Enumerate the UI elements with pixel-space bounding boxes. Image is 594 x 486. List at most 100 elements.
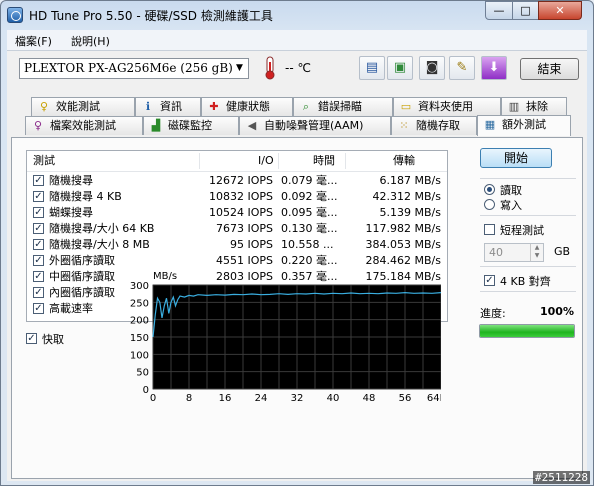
row-rate: 384.053 MB/s bbox=[365, 238, 441, 251]
row-checkbox[interactable]: ✓ bbox=[33, 287, 44, 298]
menu-bar: 檔案(F) 說明(H) bbox=[7, 30, 587, 50]
row-checkbox[interactable]: ✓ bbox=[33, 255, 44, 266]
cache-checkbox[interactable]: ✓ bbox=[26, 333, 37, 344]
tab-info[interactable]: ℹ 資訊 bbox=[135, 97, 201, 116]
short-test-checkbox[interactable] bbox=[484, 224, 495, 235]
row-io: 95 IOPS bbox=[229, 238, 273, 251]
x-tick-label: 56 bbox=[399, 393, 412, 404]
row-checkbox[interactable]: ✓ bbox=[33, 207, 44, 218]
list-header: 測試 I/O 時間 傳輸 bbox=[27, 151, 447, 172]
row-time: 0.079 毫... bbox=[281, 174, 338, 187]
table-row[interactable]: ✓ 隨機搜尋 12672 IOPS 0.079 毫... 6.187 MB/s bbox=[27, 173, 447, 189]
spin-arrows-icon[interactable]: ▲ ▼ bbox=[530, 244, 543, 261]
table-row[interactable]: ✓ 隨機搜尋/大小 64 KB 7673 IOPS 0.130 毫... 117.982… bbox=[27, 221, 447, 237]
device-select-value: PLEXTOR PX-AG256M6e (256 gB) bbox=[24, 61, 233, 75]
tab-error-scan[interactable]: ⌕ 錯誤掃瞄 bbox=[293, 97, 393, 116]
tab-label: 資訊 bbox=[160, 100, 182, 113]
tab-label: 自動噪聲管理(AAM) bbox=[264, 119, 364, 132]
save-icon: ⬇ bbox=[488, 60, 500, 75]
row-test-name: 隨機搜尋 4 KB bbox=[49, 190, 122, 203]
row-test-name: 中圈循序讀取 bbox=[49, 270, 115, 283]
read-radio[interactable] bbox=[484, 184, 495, 195]
test-size-input[interactable]: 40 ▲ ▼ bbox=[484, 243, 544, 262]
start-button[interactable]: 開始 bbox=[480, 148, 552, 168]
menu-file[interactable]: 檔案(F) bbox=[15, 33, 52, 49]
row-checkbox[interactable]: ✓ bbox=[33, 271, 44, 282]
align-checkbox[interactable]: ✓ bbox=[484, 275, 495, 286]
exit-button[interactable]: 結束 bbox=[520, 58, 579, 80]
y-tick-label: 150 bbox=[130, 333, 149, 344]
row-rate: 5.139 MB/s bbox=[379, 206, 441, 219]
minimize-button[interactable]: — bbox=[485, 1, 513, 20]
row-checkbox[interactable]: ✓ bbox=[33, 175, 44, 186]
tab-label: 隨機存取 bbox=[416, 119, 460, 132]
row-checkbox[interactable]: ✓ bbox=[33, 239, 44, 250]
y-tick-label: 50 bbox=[136, 368, 149, 379]
x-tick-label: 40 bbox=[327, 393, 340, 404]
row-checkbox[interactable]: ✓ bbox=[33, 223, 44, 234]
header-divider bbox=[345, 153, 346, 169]
progress-label: 進度: bbox=[480, 307, 506, 320]
tab-file-benchmark[interactable]: ♀ 檔案效能測試 bbox=[25, 116, 143, 135]
maximize-button[interactable]: □ bbox=[512, 1, 539, 20]
size-unit: GB bbox=[554, 245, 571, 258]
x-tick-label: 16 bbox=[219, 393, 232, 404]
write-radio[interactable] bbox=[484, 199, 495, 210]
row-rate: 117.982 MB/s bbox=[365, 222, 441, 235]
header-test[interactable]: 測試 bbox=[33, 151, 55, 171]
health-icon: ✚ bbox=[209, 100, 219, 113]
row-time: 0.092 毫... bbox=[281, 190, 338, 203]
row-checkbox[interactable]: ✓ bbox=[33, 191, 44, 202]
info-icon: ℹ bbox=[145, 100, 151, 113]
table-row[interactable]: ✓ 隨機搜尋/大小 8 MB 95 IOPS 10.558 ... 384.053 MB… bbox=[27, 237, 447, 253]
transfer-rate-graph: MB/s 300 250 200 150 100 50 00 8 16 24 32 40 48 56 64MB bbox=[130, 271, 441, 404]
x-tick-label: 48 bbox=[363, 393, 376, 404]
menu-help[interactable]: 說明(H) bbox=[71, 33, 110, 49]
x-tick-label: 0 bbox=[150, 393, 156, 404]
header-io[interactable]: I/O bbox=[258, 151, 274, 171]
close-button[interactable]: ✕ bbox=[538, 1, 582, 20]
divider bbox=[480, 178, 576, 179]
camera-icon: ◙ bbox=[425, 60, 439, 75]
tab-disk-monitor[interactable]: ▟ 磁碟監控 bbox=[143, 116, 239, 135]
copy-screenshot-button[interactable]: ▣ bbox=[387, 56, 413, 80]
tab-extra-tests[interactable]: ▦ 額外測試 bbox=[477, 115, 571, 136]
divider bbox=[480, 215, 576, 216]
row-rate: 6.187 MB/s bbox=[379, 174, 441, 187]
screenshot-button[interactable]: ◙ bbox=[419, 56, 445, 80]
progress-value: 100% bbox=[540, 305, 574, 318]
save-button[interactable]: ⬇ bbox=[481, 56, 507, 80]
client-area: PLEXTOR PX-AG256M6e (256 gB) ▼ -- ℃ ▤ ▣ … bbox=[7, 50, 587, 481]
tab-random-access[interactable]: ⁙ 隨機存取 bbox=[391, 116, 477, 135]
disk-monitor-icon: ▟ bbox=[151, 119, 161, 132]
x-tick-label: 24 bbox=[255, 393, 268, 404]
device-select[interactable]: PLEXTOR PX-AG256M6e (256 gB) ▼ bbox=[19, 58, 249, 79]
progress-bar bbox=[479, 324, 575, 338]
options-button[interactable]: ✎ bbox=[449, 56, 475, 80]
test-size-value: 40 bbox=[489, 246, 503, 259]
header-divider bbox=[278, 153, 279, 169]
table-row[interactable]: ✓ 蝴蝶搜尋 10524 IOPS 0.095 毫... 5.139 MB/s bbox=[27, 205, 447, 221]
table-row[interactable]: ✓ 隨機搜尋 4 KB 10832 IOPS 0.092 毫... 42.312 MB/… bbox=[27, 189, 447, 205]
folder-icon: ▭ bbox=[400, 100, 412, 113]
header-rate[interactable]: 傳輸 bbox=[393, 151, 415, 171]
copy-text-button[interactable]: ▤ bbox=[359, 56, 385, 80]
tab-folder-usage[interactable]: ▭ 資料夾使用 bbox=[393, 97, 501, 116]
row-checkbox[interactable]: ✓ bbox=[33, 303, 44, 314]
row-time: 10.558 ... bbox=[281, 238, 334, 251]
cache-label: 快取 bbox=[42, 333, 64, 346]
tab-label: 磁碟監控 bbox=[168, 119, 212, 132]
tab-label: 抹除 bbox=[526, 100, 548, 113]
header-time[interactable]: 時間 bbox=[313, 151, 335, 171]
title-bar[interactable]: HD Tune Pro 5.50 - 硬碟/SSD 檢測維護工具 — □ ✕ bbox=[1, 1, 593, 29]
progress-bar-fill bbox=[480, 325, 574, 337]
tab-erase[interactable]: ▥ 抹除 bbox=[501, 97, 567, 116]
y-tick-label: 300 bbox=[130, 281, 149, 292]
write-label: 寫入 bbox=[500, 199, 522, 212]
thermometer-icon[interactable] bbox=[261, 56, 279, 80]
tab-health[interactable]: ✚ 健康狀態 bbox=[201, 97, 293, 116]
tab-aam[interactable]: ◀ 自動噪聲管理(AAM) bbox=[239, 116, 391, 135]
row-test-name: 隨機搜尋 bbox=[49, 174, 93, 187]
tab-label: 錯誤掃瞄 bbox=[318, 100, 362, 113]
tab-benchmark[interactable]: ♀ 效能測試 bbox=[31, 97, 135, 116]
